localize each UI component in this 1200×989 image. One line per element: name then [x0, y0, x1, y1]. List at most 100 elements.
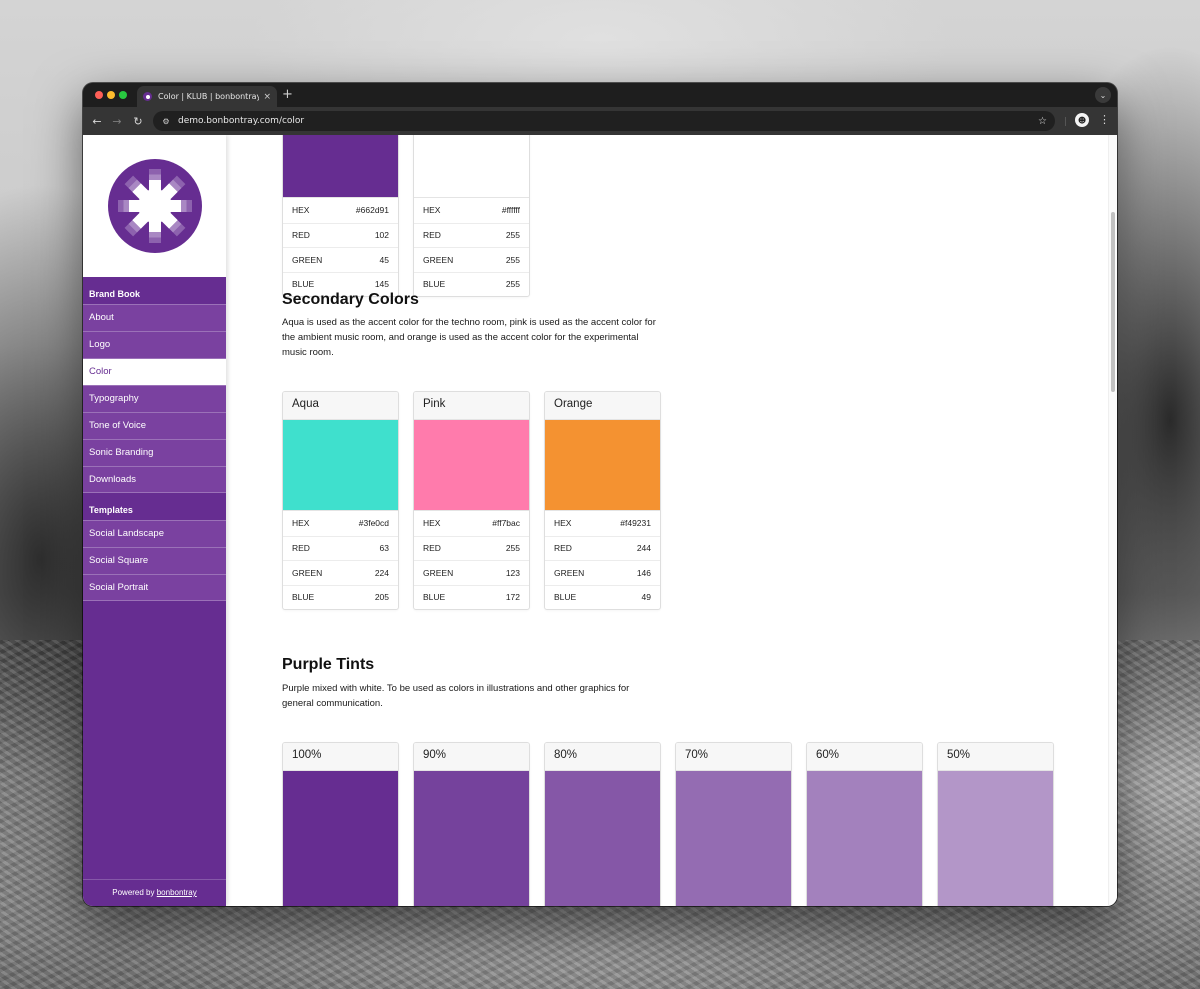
tint-card-70: 70% — [675, 742, 792, 906]
color-value-row-green: GREEN 45 — [283, 247, 398, 272]
forward-arrow-icon[interactable]: → — [109, 113, 125, 129]
tint-card-90: 90% — [413, 742, 530, 906]
row-value[interactable]: 255 — [506, 255, 520, 265]
color-swatch — [545, 771, 660, 906]
sidebar-item-tone-of-voice[interactable]: Tone of Voice — [83, 412, 226, 439]
powered-by-footer: Powered by bonbontray — [83, 879, 226, 906]
page-scrollbar[interactable] — [1108, 135, 1117, 906]
sidebar-heading: Brand Book — [83, 277, 226, 304]
favicon-icon — [143, 92, 152, 101]
asterisk-burst-logo-icon — [107, 159, 202, 253]
row-label: RED — [554, 543, 572, 554]
row-value[interactable]: #ffffff — [502, 205, 520, 215]
sidebar-item-social-portrait[interactable]: Social Portrait — [83, 574, 226, 601]
page-viewport: Brand Book About Logo Color Typography Tone o… — [83, 135, 1117, 906]
bonbontray-link[interactable]: bonbontray — [157, 888, 197, 897]
row-label: GREEN — [292, 567, 323, 578]
row-value[interactable]: 255 — [506, 279, 520, 289]
color-value-row-blue: BLUE 49 — [545, 584, 660, 610]
row-value[interactable]: 255 — [506, 230, 520, 240]
row-value[interactable]: 123 — [506, 568, 520, 578]
sidebar: Brand Book About Logo Color Typography Tone o… — [83, 135, 226, 906]
color-card-title: 70% — [676, 743, 791, 771]
row-label: HEX — [292, 518, 310, 529]
color-value-row-red: RED 255 — [414, 222, 529, 248]
row-value[interactable]: #f49231 — [620, 518, 651, 528]
row-value[interactable]: 146 — [637, 568, 651, 578]
url-text[interactable]: demo.bonbontray.com/color — [178, 116, 1038, 126]
bookmark-star-icon[interactable]: ☆ — [1038, 116, 1047, 127]
tab-active[interactable]: Color | KLUB | bonbontray × — [137, 86, 277, 107]
row-label: RED — [292, 543, 310, 554]
secondary-color-card-aqua: Aqua HEX #3fe0cd RED 63 GREEN 224 BLUE 205 — [282, 391, 399, 610]
sidebar-item-typography[interactable]: Typography — [83, 385, 226, 412]
row-label: RED — [292, 230, 310, 241]
color-value-row-blue: BLUE 172 — [414, 584, 529, 610]
row-value[interactable]: 63 — [380, 543, 389, 553]
row-label: BLUE — [554, 592, 577, 603]
browser-menu-icon[interactable]: ⋮ — [1099, 113, 1110, 127]
sidebar-item-logo[interactable]: Logo — [83, 331, 226, 358]
row-label: BLUE — [423, 279, 446, 290]
row-label: RED — [423, 230, 441, 241]
row-label: BLUE — [423, 592, 446, 603]
site-settings-icon[interactable]: ⚙ — [159, 114, 173, 128]
row-value[interactable]: 224 — [375, 568, 389, 578]
new-tab-button[interactable]: + — [282, 86, 293, 104]
color-card-title: 80% — [545, 743, 660, 771]
row-label: GREEN — [292, 254, 323, 265]
scrollbar-thumb[interactable] — [1111, 212, 1115, 392]
tab-search-chevron-icon[interactable]: ⌄ — [1095, 87, 1111, 103]
address-bar[interactable]: ⚙ demo.bonbontray.com/color ☆ — [153, 111, 1055, 131]
sidebar-item-social-landscape[interactable]: Social Landscape — [83, 520, 226, 547]
color-value-row-red: RED 244 — [545, 535, 660, 561]
tint-card-50: 50% — [937, 742, 1054, 906]
sidebar-nav: Brand Book About Logo Color Typography Tone o… — [83, 277, 226, 601]
sidebar-heading: Templates — [83, 493, 226, 520]
color-value-row-green: GREEN 255 — [414, 247, 529, 272]
row-label: HEX — [554, 518, 572, 529]
maximize-window-button[interactable] — [119, 91, 127, 99]
row-value[interactable]: 49 — [642, 592, 651, 602]
close-window-button[interactable] — [95, 91, 103, 99]
color-value-row-hex: HEX #662d91 — [283, 198, 398, 223]
sidebar-item-social-square[interactable]: Social Square — [83, 547, 226, 574]
sidebar-item-downloads[interactable]: Downloads — [83, 466, 226, 493]
color-swatch — [414, 771, 529, 906]
row-value[interactable]: #3fe0cd — [359, 518, 389, 528]
row-value[interactable]: 255 — [506, 543, 520, 553]
color-value-row-green: GREEN 146 — [545, 560, 660, 585]
minimize-window-button[interactable] — [107, 91, 115, 99]
color-card-title: 90% — [414, 743, 529, 771]
row-label: RED — [423, 543, 441, 554]
color-swatch — [283, 420, 398, 510]
purple-tints-description: Purple mixed with white. To be used as c… — [282, 683, 630, 709]
row-value[interactable]: 172 — [506, 592, 520, 602]
row-value[interactable]: 205 — [375, 592, 389, 602]
row-value[interactable]: 145 — [375, 279, 389, 289]
row-label: GREEN — [423, 567, 454, 578]
color-value-row-blue: BLUE 205 — [283, 584, 398, 610]
sidebar-item-sonic-branding[interactable]: Sonic Branding — [83, 439, 226, 466]
color-swatch — [283, 135, 398, 197]
row-label: BLUE — [292, 279, 315, 290]
color-card-title: 50% — [938, 743, 1053, 771]
sidebar-item-about[interactable]: About — [83, 304, 226, 331]
row-value[interactable]: #662d91 — [356, 205, 389, 215]
profile-avatar-icon[interactable]: ☻ — [1075, 113, 1089, 127]
sidebar-item-color[interactable]: Color — [83, 358, 226, 385]
row-value[interactable]: 102 — [375, 230, 389, 240]
logo-container[interactable] — [83, 135, 226, 277]
row-value[interactable]: 244 — [637, 543, 651, 553]
secondary-color-card-pink: Pink HEX #ff7bac RED 255 GREEN 123 BLUE 172 — [413, 391, 530, 610]
tab-close-icon[interactable]: × — [263, 92, 271, 102]
back-arrow-icon[interactable]: ← — [89, 113, 105, 129]
tint-card-80: 80% — [544, 742, 661, 906]
tab-title: Color | KLUB | bonbontray — [158, 92, 260, 101]
tab-strip: Color | KLUB | bonbontray × + ⌄ — [83, 83, 1117, 107]
row-value[interactable]: #ff7bac — [492, 518, 520, 528]
secondary-colors-description: Aqua is used as the accent color for the… — [282, 317, 656, 358]
row-value[interactable]: 45 — [380, 255, 389, 265]
reload-icon[interactable]: ↻ — [130, 113, 146, 129]
color-value-row-hex: HEX #f49231 — [545, 511, 660, 536]
